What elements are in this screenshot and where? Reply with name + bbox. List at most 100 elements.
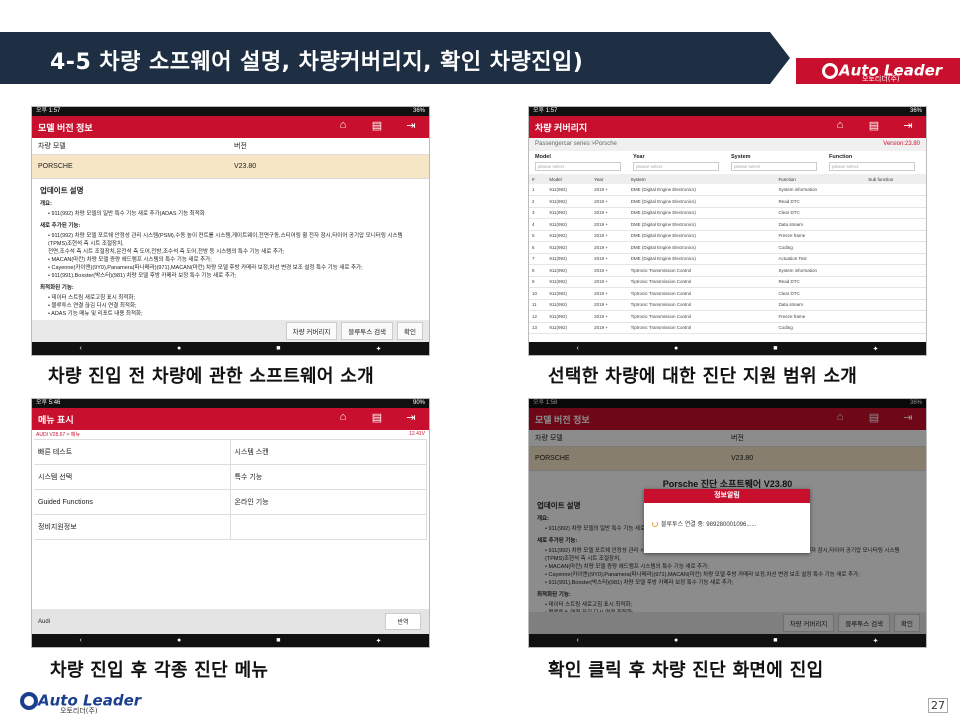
table-cell: 2019 +: [591, 207, 628, 219]
table-cell: 2019 +: [591, 310, 628, 323]
menu-online-function[interactable]: 온라인 기능: [230, 490, 427, 515]
list-item: • Cayenne(카이엔)(9Y0),Panamera(파나메라)(971),…: [48, 265, 363, 271]
misc-icon[interactable]: ✦: [376, 345, 382, 353]
home-icon[interactable]: ⌂: [335, 119, 351, 132]
confirm-button[interactable]: 확인: [397, 322, 423, 340]
exit-icon[interactable]: ⇥: [900, 119, 916, 132]
year-select[interactable]: please select: [633, 162, 719, 171]
menu-system-scan[interactable]: 시스템 스캔: [230, 440, 427, 465]
table-cell: 11: [529, 299, 547, 311]
table-row[interactable]: 12 911(992) 2019 + Tiptronic Transmission C…: [529, 310, 926, 323]
home-nav-icon[interactable]: ●: [177, 345, 181, 352]
table-row[interactable]: 6 911(992) 2019 + DME (Digital Engine Elect…: [529, 241, 926, 254]
logo-bottom: Auto Leader 오토리더(주): [20, 690, 141, 715]
back-icon[interactable]: ‹: [80, 345, 82, 352]
table-row[interactable]: 7 911(992) 2019 + DME (Digital Engine Elect…: [529, 253, 926, 265]
table-cell: 2019 +: [591, 184, 628, 196]
table-cell: Freeze frame: [775, 230, 866, 242]
menu-repair-info[interactable]: 정비지원정보: [34, 515, 231, 540]
dialog-body: 블루투스 연결 중: 989280001096......: [644, 503, 810, 544]
menu-quick-test[interactable]: 빠른 테스트: [34, 440, 231, 465]
table-cell: 911(992): [546, 184, 592, 196]
breadcrumb: Passengercar series >Porsche Version:23.8…: [529, 138, 926, 151]
print-icon[interactable]: ▤: [369, 119, 385, 132]
table-row[interactable]: 9 911(992) 2019 + Tiptronic Transmission Co…: [529, 276, 926, 288]
new-heading: 새로 추가된 기능:: [40, 223, 81, 229]
misc-icon[interactable]: ✦: [873, 345, 879, 353]
table-cell: [865, 322, 926, 334]
model-select[interactable]: please select: [535, 162, 621, 171]
recent-icon[interactable]: ■: [276, 637, 280, 644]
app-title: 차량 커버리지: [535, 122, 588, 133]
system-select[interactable]: please select: [731, 162, 817, 171]
app-bar: 모델 버전 정보 ⌂ ▤ ⇥: [32, 116, 429, 138]
table-row[interactable]: 1 911(992) 2019 + DME (Digital Engine Elect…: [529, 184, 926, 196]
menu-guided-functions[interactable]: Guided Functions: [34, 490, 231, 515]
home-icon[interactable]: ⌂: [832, 119, 848, 132]
logo-subtext: 오토리더(주): [60, 707, 98, 715]
back-button[interactable]: 반역: [385, 613, 421, 630]
status-bar: 오후 5:46 90%: [32, 399, 429, 408]
recent-icon[interactable]: ■: [773, 637, 777, 644]
filter-label-model: Model: [535, 154, 551, 160]
table-cell: 911(992): [546, 322, 592, 334]
home-icon[interactable]: ⌂: [335, 411, 351, 424]
back-icon[interactable]: ‹: [577, 345, 579, 352]
table-cell: 2019 +: [591, 287, 628, 300]
table-row[interactable]: 4 911(992) 2019 + DME (Digital Engine Elect…: [529, 218, 926, 231]
summary-heading: 개요:: [40, 201, 52, 207]
table-row[interactable]: 13 911(992) 2019 + Tiptronic Transmission C…: [529, 322, 926, 334]
app-title: 메뉴 표시: [38, 414, 74, 425]
filter-label-year: Year: [633, 154, 645, 160]
model-row[interactable]: PORSCHE V23.80: [32, 155, 429, 179]
table-row[interactable]: 10 911(992) 2019 + Tiptronic Transmission C…: [529, 287, 926, 300]
menu-system-select[interactable]: 시스템 선택: [34, 465, 231, 490]
action-bar: 차량 커버리지 블루투스 검색 확인: [32, 320, 429, 342]
table-row[interactable]: 3 911(992) 2019 + DME (Digital Engine Elect…: [529, 207, 926, 219]
nav-bar: ‹ ● ■ ✦: [32, 634, 429, 647]
bluetooth-search-button[interactable]: 블루투스 검색: [341, 322, 394, 340]
coverage-button[interactable]: 차량 커버리지: [285, 322, 338, 340]
exit-icon[interactable]: ⇥: [403, 119, 419, 132]
back-icon[interactable]: ‹: [80, 637, 82, 644]
nav-bar: ‹ ● ■ ✦: [529, 342, 926, 355]
menu-special-function[interactable]: 특수 기능: [230, 465, 427, 490]
filter-label-system: System: [731, 154, 751, 160]
misc-icon[interactable]: ✦: [873, 637, 879, 645]
recent-icon[interactable]: ■: [276, 345, 280, 352]
filter-label-function: Function: [829, 154, 853, 160]
list-item: 전면,조수석 측 시트 조절장치,운전석 측 도어,전방,조수석 측 도어,전방…: [48, 249, 285, 255]
menu-empty-cell: [230, 515, 427, 540]
function-select[interactable]: please select: [829, 162, 915, 171]
table-cell: 911(992): [546, 253, 592, 265]
table-cell: System information: [775, 184, 866, 196]
table-row[interactable]: 11 911(992) 2019 + Tiptronic Transmission C…: [529, 299, 926, 311]
table-cell: 911(992): [546, 195, 592, 208]
misc-icon[interactable]: ✦: [376, 637, 382, 645]
table-cell: [865, 276, 926, 288]
table-row[interactable]: 5 911(992) 2019 + DME (Digital Engine Elect…: [529, 230, 926, 242]
table-row[interactable]: 8 911(992) 2019 + Tiptronic Transmission Co…: [529, 264, 926, 277]
home-nav-icon[interactable]: ●: [674, 637, 678, 644]
status-bar: 오후 1:57 36%: [529, 107, 926, 116]
home-nav-icon[interactable]: ●: [177, 637, 181, 644]
table-cell: 2019 +: [591, 253, 628, 265]
recent-icon[interactable]: ■: [773, 345, 777, 352]
header-banner: 4-5 차량 소프웨어 설명, 차량커버리지, 확인 차량진입): [0, 32, 790, 84]
table-cell: [865, 241, 926, 254]
exit-icon[interactable]: ⇥: [403, 411, 419, 424]
table-cell: Read DTC: [775, 195, 866, 208]
table-cell: Coding: [775, 241, 866, 254]
home-nav-icon[interactable]: ●: [674, 345, 678, 352]
voltage-label: 12.41V: [409, 431, 425, 437]
table-cell: 2019 +: [591, 322, 628, 334]
table-cell: DME (Digital Engine Electronics): [627, 218, 776, 231]
table-cell: 2019 +: [591, 276, 628, 288]
print-icon[interactable]: ▤: [369, 411, 385, 424]
table-cell: 4: [529, 218, 547, 231]
print-icon[interactable]: ▤: [866, 119, 882, 132]
table-row[interactable]: 2 911(992) 2019 + DME (Digital Engine Elect…: [529, 195, 926, 208]
table-cell: Tiptronic Transmission Control: [627, 276, 776, 288]
back-icon[interactable]: ‹: [577, 637, 579, 644]
table-cell: 13: [529, 322, 547, 334]
